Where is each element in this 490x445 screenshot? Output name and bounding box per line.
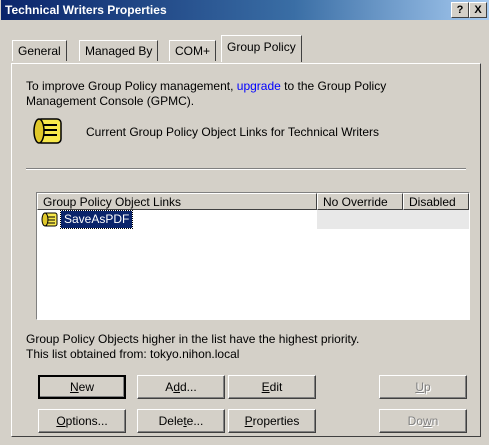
priority-note: Group Policy Objects higher in the list … — [26, 332, 360, 346]
down-button-prefix: Do — [407, 414, 423, 428]
tab-managed-by[interactable]: Managed By — [79, 40, 159, 61]
add-button[interactable]: Add... — [137, 375, 225, 399]
options-button[interactable]: Options... — [38, 409, 126, 433]
title-bar[interactable]: Technical Writers Properties ? X — [1, 0, 489, 20]
gpo-scroll-icon — [41, 211, 59, 228]
edit-button-label: dit — [269, 380, 283, 394]
tab-com-plus[interactable]: COM+ — [169, 40, 217, 61]
up-button[interactable]: Up — [379, 375, 467, 399]
tab-group-policy[interactable]: Group Policy — [221, 35, 302, 62]
new-button[interactable]: New — [38, 375, 126, 399]
footer-text: Group Policy Objects higher in the list … — [26, 332, 359, 362]
list-source: This list obtained from: tokyo.nihon.loc… — [26, 347, 240, 361]
delete-button[interactable]: Delete... — [137, 409, 225, 433]
edit-button[interactable]: Edit — [228, 375, 316, 399]
intro-text-part2: to the Group Policy — [284, 79, 387, 93]
down-button-accesskey: w — [422, 414, 432, 428]
help-button[interactable]: ? — [451, 2, 469, 18]
intro-text-part1: To improve Group Policy management, — [26, 79, 234, 93]
new-button-accesskey: N — [69, 380, 79, 394]
tab-general[interactable]: General — [12, 40, 67, 61]
column-header-disabled[interactable]: Disabled — [403, 193, 469, 210]
gpo-links-list[interactable]: Group Policy Object Links No Override Di… — [36, 192, 470, 320]
gpo-links-heading: Current Group Policy Object Links for Te… — [86, 125, 379, 139]
close-button[interactable]: X — [469, 2, 487, 18]
group-policy-panel: To improve Group Policy management, upgr… — [11, 63, 481, 437]
upgrade-link[interactable]: upgrade — [237, 79, 281, 93]
tab-strip: General Managed By COM+ Group Policy — [1, 30, 489, 64]
separator — [26, 168, 466, 170]
options-button-accesskey: O — [56, 414, 66, 428]
properties-dialog: Technical Writers Properties ? X General… — [0, 0, 489, 445]
column-header-links[interactable]: Group Policy Object Links — [37, 193, 317, 210]
edit-button-accesskey: E — [261, 380, 270, 394]
add-button-label: d... — [180, 380, 197, 394]
add-button-accesskey: d — [173, 380, 180, 394]
properties-button[interactable]: Properties — [228, 409, 316, 433]
delete-button-prefix: Dele — [158, 414, 184, 428]
new-button-label: ew — [78, 380, 94, 394]
gpo-scroll-icon — [32, 115, 68, 147]
intro-text: To improve Group Policy management, upgr… — [26, 79, 466, 109]
intro-text-line2: Management Console (GPMC). — [26, 94, 195, 108]
up-button-accesskey: U — [415, 380, 424, 394]
properties-button-label: roperties — [252, 414, 300, 428]
delete-button-label: e... — [186, 414, 204, 428]
properties-button-accesskey: P — [244, 414, 253, 428]
gpo-name[interactable]: SaveAsPDF — [59, 210, 134, 229]
options-button-label: ptions... — [65, 414, 108, 428]
list-row-saveaspdf[interactable]: SaveAsPDF — [37, 210, 469, 229]
window-title: Technical Writers Properties — [5, 3, 167, 17]
down-button[interactable]: Down — [379, 409, 467, 433]
down-button-label: n — [431, 414, 439, 428]
column-header-no-override[interactable]: No Override — [317, 193, 403, 210]
up-button-label: p — [423, 380, 431, 394]
